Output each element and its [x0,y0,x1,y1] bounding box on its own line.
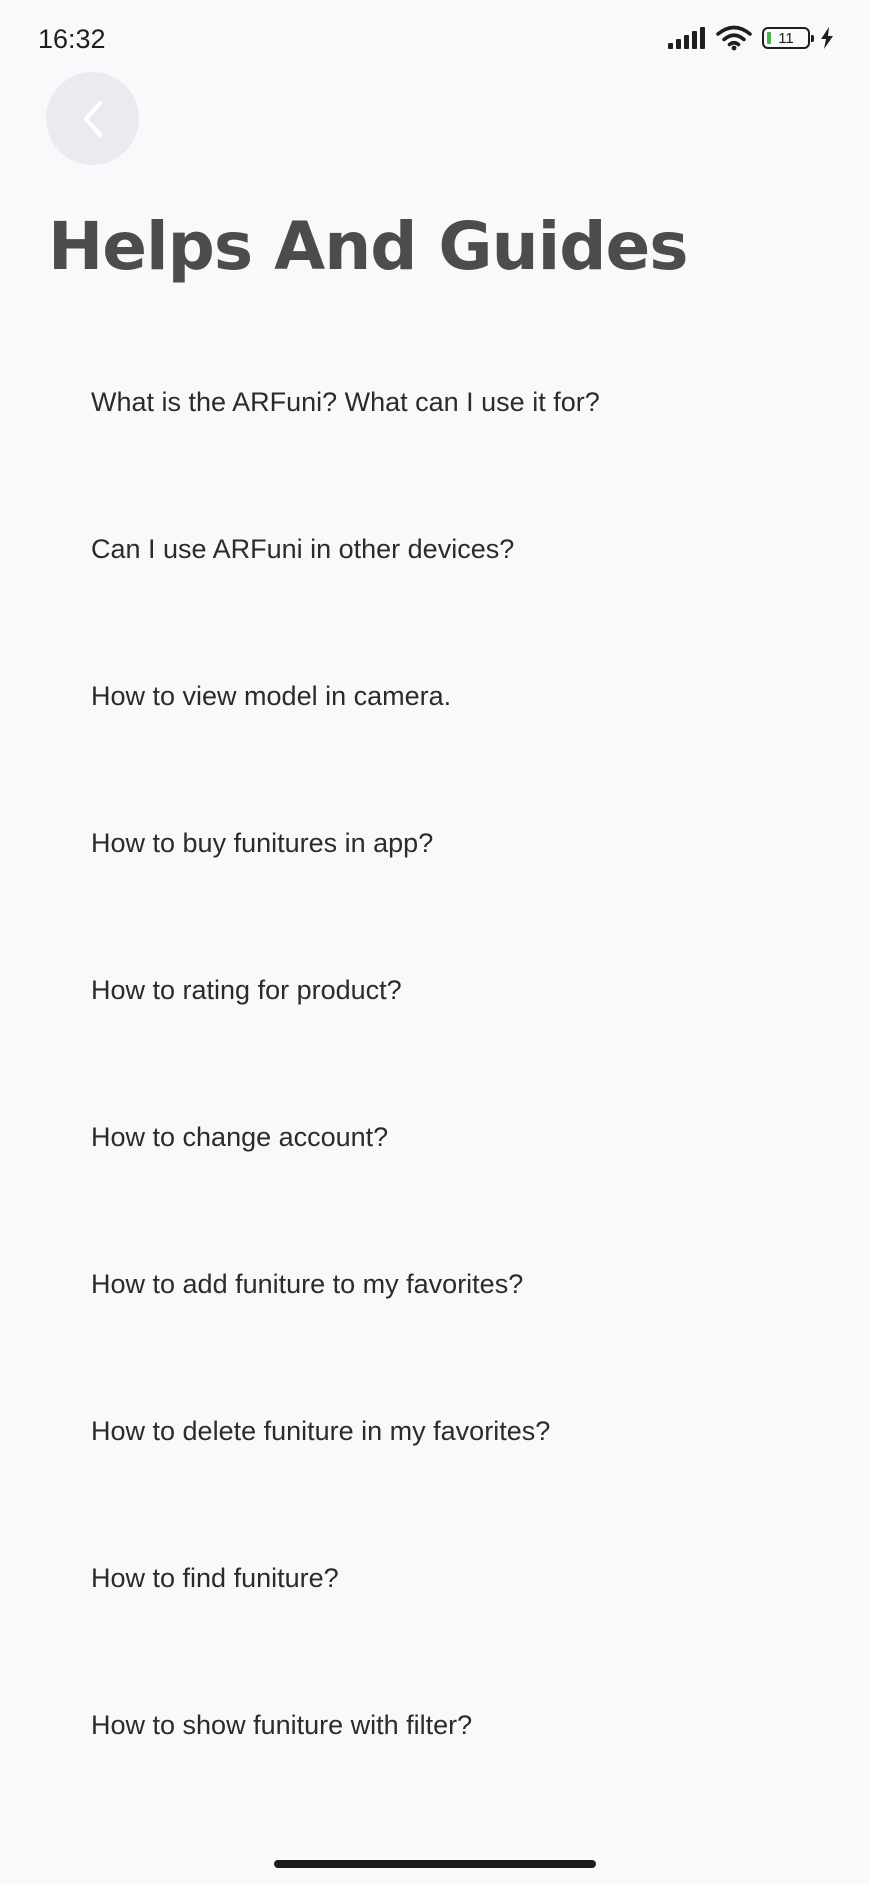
help-item-change-account[interactable]: How to change account? [0,1075,870,1222]
status-bar: 16:32 11 [0,0,870,80]
help-item-label: What is the ARFuni? What can I use it fo… [91,387,600,417]
help-item-view-model-camera[interactable]: How to view model in camera. [0,634,870,781]
help-item-what-is-arfuni[interactable]: What is the ARFuni? What can I use it fo… [0,340,870,487]
help-item-label: How to rating for product? [91,975,402,1005]
help-item-filter-funiture[interactable]: How to show funiture with filter? [0,1663,870,1810]
help-item-label: How to view model in camera. [91,681,452,711]
wifi-icon [716,25,752,51]
help-item-add-favorites[interactable]: How to add funiture to my favorites? [0,1222,870,1369]
back-button[interactable] [46,72,139,165]
status-time: 16:32 [38,24,106,54]
help-item-delete-favorites[interactable]: How to delete funiture in my favorites? [0,1369,870,1516]
help-item-label: How to buy funitures in app? [91,828,434,858]
battery-level: 11 [778,29,794,47]
signal-icon [668,27,705,49]
status-icons: 11 [668,25,834,51]
help-item-rating-product[interactable]: How to rating for product? [0,928,870,1075]
help-item-label: How to delete funiture in my favorites? [91,1416,551,1446]
home-indicator[interactable] [274,1860,596,1868]
help-item-label: How to show funiture with filter? [91,1710,473,1740]
help-item-label: How to find funiture? [91,1563,339,1593]
help-item-buy-funitures[interactable]: How to buy funitures in app? [0,781,870,928]
charging-icon [821,27,833,49]
help-list: What is the ARFuni? What can I use it fo… [0,340,870,1810]
help-item-label: Can I use ARFuni in other devices? [91,534,515,564]
page-title: Helps And Guides [48,208,688,285]
chevron-left-icon [83,100,102,137]
help-item-label: How to add funiture to my favorites? [91,1269,524,1299]
help-item-other-devices[interactable]: Can I use ARFuni in other devices? [0,487,870,634]
help-item-label: How to change account? [91,1122,389,1152]
battery-icon: 11 [762,27,814,49]
help-item-find-funiture[interactable]: How to find funiture? [0,1516,870,1663]
